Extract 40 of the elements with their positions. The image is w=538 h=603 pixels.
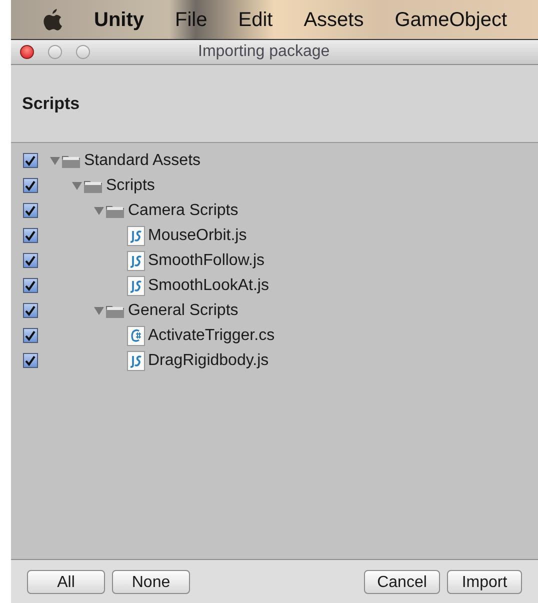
- checkbox[interactable]: [22, 303, 38, 318]
- apple-logo-icon[interactable]: [43, 6, 62, 32]
- menu-item[interactable]: Edit: [238, 4, 273, 34]
- dialog-button[interactable]: None: [112, 570, 190, 594]
- csharp-file-icon: [127, 326, 145, 346]
- tree-item-label[interactable]: DragRigidbody.js: [148, 348, 269, 372]
- tree-item-label[interactable]: MouseOrbit.js: [148, 224, 247, 248]
- js-file-icon: [127, 276, 145, 296]
- menu-item[interactable]: Assets: [304, 4, 364, 34]
- dialog-button[interactable]: Import: [447, 570, 522, 594]
- tree-item-label[interactable]: Standard Assets: [84, 148, 201, 172]
- checkbox[interactable]: [22, 353, 38, 368]
- expanded-arrow-icon[interactable]: [94, 206, 104, 216]
- tree-item-label[interactable]: Camera Scripts: [128, 198, 238, 222]
- close-button[interactable]: [20, 45, 34, 59]
- checkbox[interactable]: [22, 153, 38, 168]
- tree-item-label[interactable]: SmoothLookAt.js: [148, 274, 269, 298]
- expanded-arrow-icon[interactable]: [50, 156, 60, 166]
- checkbox[interactable]: [22, 178, 38, 193]
- expanded-arrow-icon[interactable]: [94, 306, 104, 316]
- checkbox[interactable]: [22, 253, 38, 268]
- checkbox[interactable]: [22, 228, 38, 243]
- js-file-icon: [127, 250, 145, 270]
- js-file-icon: [127, 226, 145, 246]
- section-title: Scripts: [22, 92, 80, 115]
- checkbox[interactable]: [22, 328, 38, 343]
- expanded-arrow-icon[interactable]: [72, 180, 82, 190]
- menu-item[interactable]: File: [175, 4, 208, 34]
- tree-item-label[interactable]: Scripts: [106, 174, 155, 198]
- checkbox[interactable]: [22, 203, 38, 218]
- dialog-button[interactable]: All: [27, 570, 105, 594]
- tree-item-label[interactable]: General Scripts: [128, 298, 238, 322]
- menu-item[interactable]: GameObject: [394, 4, 507, 34]
- dialog-button[interactable]: Cancel: [364, 570, 440, 594]
- window-title: Importing package: [198, 42, 330, 62]
- js-file-icon: [127, 350, 145, 370]
- menu-item[interactable]: Unity: [94, 4, 144, 34]
- checkbox[interactable]: [22, 278, 38, 293]
- tree-item-label[interactable]: ActivateTrigger.cs: [148, 324, 275, 348]
- tree-item-label[interactable]: SmoothFollow.js: [148, 248, 264, 272]
